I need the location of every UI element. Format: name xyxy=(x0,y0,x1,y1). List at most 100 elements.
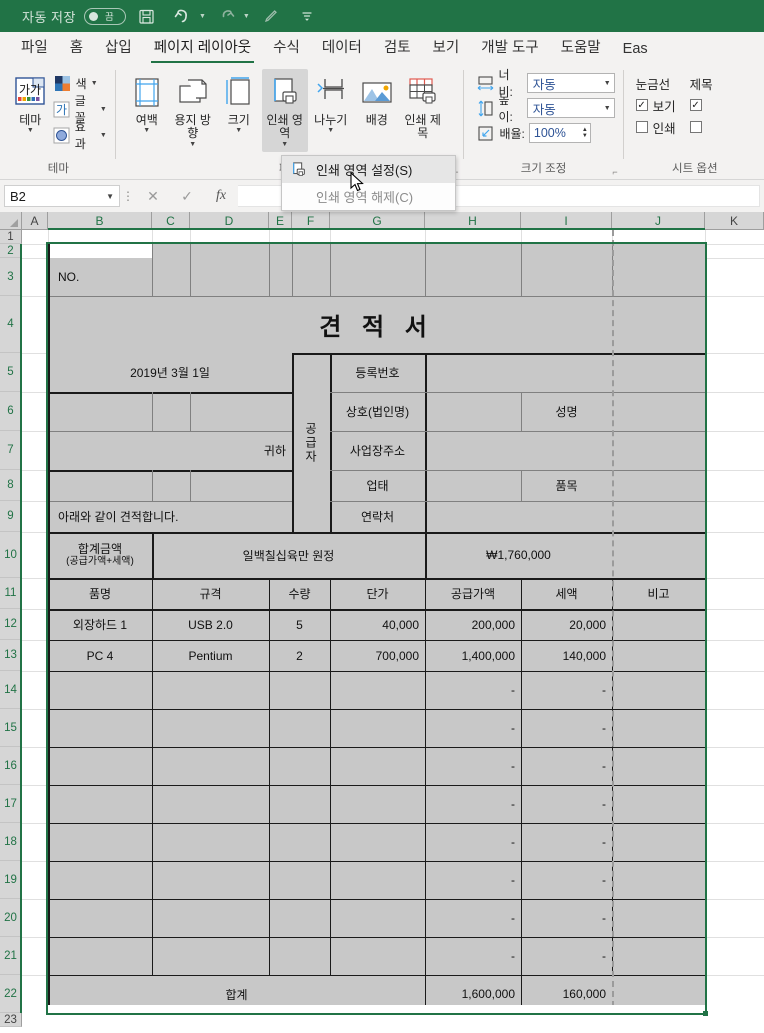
theme-colors-caret-icon[interactable]: ▼ xyxy=(91,80,98,87)
row-header-6[interactable]: 6 xyxy=(0,392,22,431)
cell[interactable]: 합계 xyxy=(48,975,425,1005)
row-header-4[interactable]: 4 xyxy=(0,296,22,353)
row-header-2[interactable]: 2 xyxy=(0,244,22,258)
cell[interactable]: 성명 xyxy=(521,392,612,431)
cell[interactable] xyxy=(425,392,521,431)
row-header-23[interactable]: 23 xyxy=(0,1013,22,1027)
row-header-1[interactable]: 1 xyxy=(0,230,22,244)
tab-page-layout[interactable]: 페이지 레이아웃 xyxy=(143,33,262,64)
cell[interactable]: 일백칠십육만 원정 xyxy=(152,532,425,578)
confirm-formula-icon[interactable]: ✓ xyxy=(170,188,204,205)
row-header-10[interactable]: 10 xyxy=(0,532,22,578)
cell[interactable] xyxy=(48,671,152,709)
tab-formulas[interactable]: 수식 xyxy=(262,33,311,64)
cell[interactable]: 공급가액 xyxy=(425,578,521,609)
cell[interactable] xyxy=(330,861,425,899)
cancel-formula-icon[interactable]: ✕ xyxy=(136,188,170,205)
cell[interactable] xyxy=(330,899,425,937)
cell[interactable] xyxy=(269,823,330,861)
height-combo-caret-icon[interactable]: ▼ xyxy=(604,105,611,112)
headings-view-checkbox[interactable]: ✓ xyxy=(689,94,713,116)
row-header-18[interactable]: 18 xyxy=(0,823,22,861)
size-button[interactable]: 크기 ▼ xyxy=(216,69,262,138)
cell[interactable] xyxy=(612,640,705,671)
tab-data[interactable]: 데이터 xyxy=(311,33,373,64)
cell[interactable]: - xyxy=(521,785,612,823)
cell[interactable] xyxy=(330,785,425,823)
cell[interactable] xyxy=(269,709,330,747)
cell[interactable] xyxy=(425,501,705,532)
row-header-13[interactable]: 13 xyxy=(0,640,22,671)
cell[interactable] xyxy=(152,823,269,861)
row-header-19[interactable]: 19 xyxy=(0,861,22,899)
scale-spinner-arrows-icon[interactable]: ▲ ▼ xyxy=(582,127,588,139)
cell[interactable] xyxy=(330,823,425,861)
theme-fonts-caret-icon[interactable]: ▼ xyxy=(100,106,107,113)
cell[interactable] xyxy=(152,785,269,823)
cell[interactable] xyxy=(152,747,269,785)
width-combo[interactable]: 자동 ▼ xyxy=(526,73,615,93)
cell[interactable]: PC 4 xyxy=(48,640,152,671)
themes-button[interactable]: 가가 테마 ▼ xyxy=(10,69,51,138)
tab-help[interactable]: 도움말 xyxy=(550,33,612,64)
cell[interactable] xyxy=(152,937,269,975)
cell[interactable]: 외장하드 1 xyxy=(48,609,152,640)
cell[interactable]: NO. xyxy=(48,258,152,296)
cell[interactable] xyxy=(612,470,705,501)
theme-effects-button[interactable]: 효과 ▼ xyxy=(53,120,107,151)
row-header-11[interactable]: 11 xyxy=(0,578,22,609)
print-area-button[interactable]: 인쇄 영역 ▼ xyxy=(261,69,308,152)
cell[interactable]: 1,400,000 xyxy=(425,640,521,671)
cell[interactable] xyxy=(269,861,330,899)
cell[interactable] xyxy=(269,937,330,975)
cell[interactable] xyxy=(612,899,705,937)
cell[interactable]: - xyxy=(521,861,612,899)
breaks-button[interactable]: 나누기 ▼ xyxy=(308,69,354,138)
cell[interactable]: - xyxy=(521,747,612,785)
cell[interactable] xyxy=(48,861,152,899)
cell[interactable] xyxy=(48,823,152,861)
cell[interactable] xyxy=(612,671,705,709)
tab-home[interactable]: 홈 xyxy=(59,33,94,64)
cell[interactable]: 귀하 xyxy=(48,431,292,470)
gridlines-view-checkbox[interactable]: ✓ 보기 xyxy=(635,94,676,116)
cell[interactable]: 아래와 같이 견적합니다. xyxy=(48,501,292,532)
cell[interactable] xyxy=(152,671,269,709)
headings-print-check-icon[interactable] xyxy=(689,121,702,133)
cell[interactable] xyxy=(612,709,705,747)
cell[interactable]: - xyxy=(425,899,521,937)
gridlines-print-check-icon[interactable] xyxy=(635,121,648,133)
customize-qat-icon[interactable] xyxy=(292,3,322,29)
cell[interactable]: - xyxy=(425,861,521,899)
selection-fill-handle[interactable] xyxy=(703,1011,708,1016)
cell[interactable]: - xyxy=(521,899,612,937)
cell[interactable]: - xyxy=(425,937,521,975)
cell[interactable] xyxy=(330,709,425,747)
scale-spinner[interactable]: 100% ▲ ▼ xyxy=(528,123,591,143)
cell[interactable] xyxy=(269,899,330,937)
height-combo[interactable]: 자동 ▼ xyxy=(526,98,615,118)
cell[interactable] xyxy=(152,899,269,937)
cell[interactable] xyxy=(330,747,425,785)
undo-caret-icon[interactable]: ▼ xyxy=(199,13,206,20)
row-header-22[interactable]: 22 xyxy=(0,975,22,1013)
cell[interactable]: 공급자 xyxy=(292,353,330,532)
breaks-caret-icon[interactable]: ▼ xyxy=(327,127,334,135)
cell[interactable]: 140,000 xyxy=(521,640,612,671)
cell[interactable]: - xyxy=(425,709,521,747)
cell[interactable] xyxy=(269,747,330,785)
row-header-12[interactable]: 12 xyxy=(0,609,22,640)
cell[interactable]: 업태 xyxy=(330,470,425,501)
autosave-toggle[interactable]: 끔 xyxy=(83,7,126,25)
cell[interactable] xyxy=(152,861,269,899)
cell[interactable] xyxy=(330,937,425,975)
cell[interactable] xyxy=(612,392,705,431)
gridlines-print-checkbox[interactable]: 인쇄 xyxy=(635,116,676,138)
cell[interactable]: 20,000 xyxy=(521,609,612,640)
width-combo-caret-icon[interactable]: ▼ xyxy=(604,80,611,87)
tab-view[interactable]: 보기 xyxy=(422,33,471,64)
cell[interactable]: 비고 xyxy=(612,578,705,609)
cell[interactable] xyxy=(48,747,152,785)
row-header-9[interactable]: 9 xyxy=(0,501,22,532)
cell[interactable]: - xyxy=(425,747,521,785)
